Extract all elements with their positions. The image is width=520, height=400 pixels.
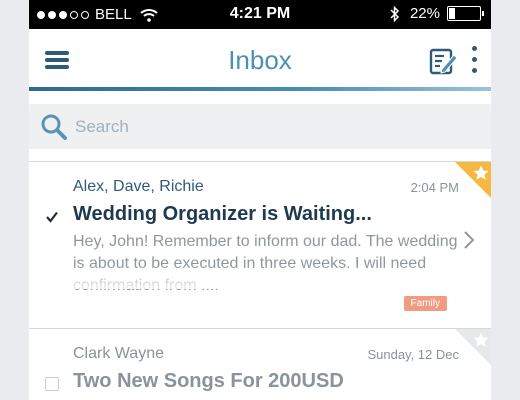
battery-icon (447, 6, 484, 21)
search-bar[interactable] (29, 104, 491, 149)
bluetooth-icon (390, 5, 400, 22)
message-time: 2:04 PM (410, 180, 459, 195)
star-icon[interactable] (455, 162, 491, 198)
search-icon (41, 114, 67, 140)
battery-percent: 22% (409, 5, 440, 22)
sender-names: Clark Wayne (73, 345, 164, 362)
page-title: Inbox (228, 45, 292, 75)
status-right: 22% (390, 5, 484, 22)
label-tag[interactable]: Family (403, 296, 447, 311)
chevron-right-icon[interactable] (463, 230, 475, 250)
search-input[interactable] (75, 110, 475, 144)
list-item[interactable]: Clark Wayne Sunday, 12 Dec Two New Songs… (29, 329, 491, 400)
nav-underline (29, 87, 491, 91)
screen: BELL 4:21 PM 22% Inbox Search Alex, Dave… (0, 0, 520, 400)
more-vertical-icon[interactable] (470, 46, 478, 78)
battery-fill (449, 8, 455, 19)
checkbox-checked[interactable] (45, 210, 59, 224)
list-item[interactable]: Alex, Dave, Richie 2:04 PM Wedding Organ… (29, 162, 491, 328)
star-icon[interactable] (455, 329, 491, 365)
phone-screen: BELL 4:21 PM 22% Inbox Search Alex, Dave… (29, 0, 491, 400)
message-subject: Two New Songs For 200USD (73, 370, 344, 392)
preview-fade (73, 265, 463, 289)
sender-names: Alex, Dave, Richie (73, 178, 204, 195)
checkbox-unchecked[interactable] (45, 377, 59, 391)
message-time: Sunday, 12 Dec (367, 347, 459, 362)
message-subject: Wedding Organizer is Waiting... (73, 203, 372, 225)
compose-icon[interactable] (429, 47, 457, 75)
navigation-bar: Inbox (29, 29, 491, 91)
status-bar: BELL 4:21 PM 22% (29, 0, 491, 29)
